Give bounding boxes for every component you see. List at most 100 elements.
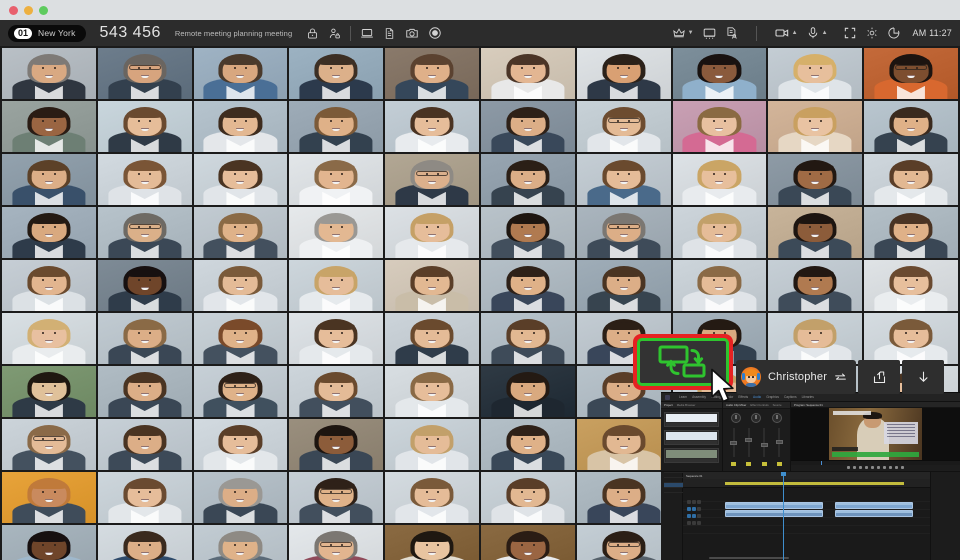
participant-tile[interactable] (864, 48, 958, 99)
participant-tile[interactable] (2, 525, 96, 560)
mark-in-icon[interactable] (847, 466, 850, 470)
participant-tile[interactable] (2, 419, 96, 470)
project-clip-thumbnail[interactable] (664, 430, 719, 445)
participant-tile[interactable] (289, 154, 384, 205)
participant-tile[interactable] (289, 313, 384, 364)
camera-control-button[interactable]: ▲ (774, 25, 798, 41)
microphone-icon[interactable] (806, 26, 820, 40)
participant-tile[interactable] (2, 313, 96, 364)
monitor-scrubber[interactable] (791, 460, 960, 465)
participant-tile[interactable] (481, 154, 575, 205)
whiteboard-icon[interactable] (702, 26, 717, 41)
participant-tile[interactable] (864, 313, 958, 364)
participant-tile[interactable] (97, 48, 192, 99)
participant-tile[interactable] (193, 366, 288, 417)
participant-tile[interactable] (2, 472, 96, 523)
participant-tile[interactable] (385, 313, 479, 364)
timeline-audio-clip[interactable] (835, 510, 913, 517)
participant-tile[interactable] (864, 260, 958, 311)
participant-tile[interactable] (864, 154, 958, 205)
document-share-icon[interactable] (725, 26, 739, 40)
download-button[interactable] (902, 360, 945, 394)
timeline-panel[interactable]: Sequence 01 (683, 472, 930, 560)
project-tab[interactable]: Project (664, 403, 673, 407)
participant-tile[interactable] (385, 260, 479, 311)
editor-menu-item[interactable]: Graphics (766, 395, 779, 399)
safe-margins-icon[interactable] (895, 466, 898, 470)
participant-tile[interactable] (385, 207, 479, 258)
participant-tile[interactable] (289, 260, 384, 311)
participant-tile[interactable] (385, 525, 479, 560)
participant-tile[interactable] (385, 48, 479, 99)
participant-tile[interactable] (2, 207, 96, 258)
video-camera-icon[interactable] (774, 25, 790, 41)
pan-knob[interactable] (731, 413, 742, 423)
loop-icon[interactable] (889, 466, 892, 470)
participant-tile[interactable] (97, 313, 192, 364)
timeline-ruler[interactable] (683, 479, 930, 488)
participant-tile[interactable] (289, 48, 384, 99)
editor-menu-item[interactable]: Libraries (802, 395, 814, 399)
volume-fader[interactable] (775, 428, 783, 461)
laptop-icon[interactable] (360, 26, 374, 40)
participant-tile[interactable] (576, 472, 671, 523)
participant-tile[interactable] (289, 101, 384, 152)
room-badge[interactable]: 01 New York (8, 24, 86, 42)
participant-tile[interactable] (193, 154, 288, 205)
volume-fader[interactable] (730, 428, 738, 461)
timeline-video-clip[interactable] (725, 502, 823, 509)
participant-tile[interactable] (289, 419, 384, 470)
participant-tile[interactable] (193, 472, 288, 523)
audio-clip-mixer-panel[interactable]: Audio Clip Mixer Effect Controls Source (723, 402, 791, 471)
camera-icon[interactable] (405, 26, 419, 40)
participant-tile[interactable] (768, 207, 863, 258)
fullscreen-icon[interactable] (843, 26, 857, 40)
participant-tile[interactable] (97, 472, 192, 523)
participant-tile[interactable] (97, 207, 192, 258)
participant-tile[interactable] (2, 260, 96, 311)
active-speaker-pill[interactable]: Christopher (736, 360, 857, 394)
timeline-track-row[interactable] (683, 510, 930, 518)
participant-tile[interactable] (97, 419, 192, 470)
timeline-playhead[interactable] (781, 472, 786, 560)
participant-tile[interactable] (289, 472, 384, 523)
lock-icon[interactable] (306, 27, 319, 40)
track-header-row[interactable] (687, 505, 717, 512)
volume-fader[interactable] (745, 428, 753, 461)
document-icon[interactable] (383, 27, 396, 40)
crown-icon[interactable] (672, 26, 686, 40)
participant-lock-icon[interactable] (328, 27, 341, 40)
participant-tile[interactable] (385, 154, 479, 205)
participant-tile[interactable] (2, 154, 96, 205)
participant-tile[interactable] (193, 101, 288, 152)
participant-tile[interactable] (481, 419, 575, 470)
participant-tile[interactable] (193, 48, 288, 99)
participant-tile[interactable] (385, 366, 479, 417)
participant-tile[interactable] (97, 154, 192, 205)
chevron-up-icon[interactable]: ▲ (792, 30, 798, 36)
participant-tile[interactable] (481, 260, 575, 311)
participant-tile[interactable] (864, 101, 958, 152)
source-tab[interactable]: Source (773, 403, 782, 407)
chevron-down-icon[interactable]: ▼ (688, 30, 694, 36)
participant-tile[interactable] (672, 48, 767, 99)
participant-tile[interactable] (193, 260, 288, 311)
participant-tile[interactable] (385, 472, 479, 523)
step-forward-icon[interactable] (877, 466, 880, 470)
participant-tile[interactable] (768, 260, 863, 311)
participant-tile[interactable] (193, 525, 288, 560)
participant-tile[interactable] (768, 313, 863, 364)
pan-knob[interactable] (771, 413, 782, 423)
effect-controls-tab[interactable]: Effect Controls (750, 403, 768, 407)
editor-menu-item[interactable]: Assembly (692, 395, 706, 399)
participant-tile[interactable] (481, 101, 575, 152)
media-browser-tab[interactable]: Media Browser (677, 403, 696, 407)
participant-tile[interactable] (193, 313, 288, 364)
participant-tile[interactable] (385, 101, 479, 152)
timeline-horizontal-scrollbar[interactable] (709, 557, 789, 559)
participant-tile[interactable] (481, 366, 575, 417)
go-to-out-icon[interactable] (883, 466, 886, 470)
timeline-track-row[interactable] (683, 502, 930, 510)
step-back-icon[interactable] (865, 466, 868, 470)
timeline-audio-clip[interactable] (725, 510, 823, 517)
